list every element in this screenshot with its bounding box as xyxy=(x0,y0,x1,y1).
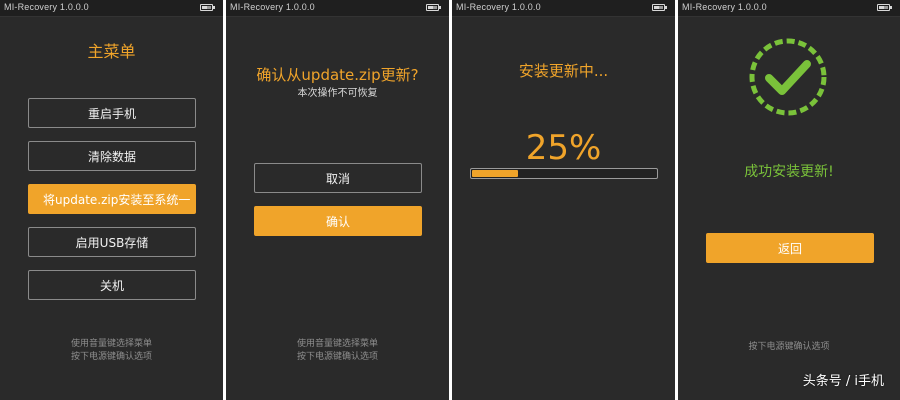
enable-usb-storage-button[interactable]: 启用USB存储 xyxy=(28,227,196,257)
back-button[interactable]: 返回 xyxy=(706,233,874,263)
status-bar: MI-Recovery 1.0.0.0 xyxy=(452,0,675,17)
progress-fill xyxy=(472,170,518,177)
installing-screen: MI-Recovery 1.0.0.0 安装更新中... 25% xyxy=(452,0,675,400)
battery-icon xyxy=(426,4,441,11)
hint-volume-select: 使用音量键选择菜单 xyxy=(70,339,152,349)
battery-icon xyxy=(652,4,667,11)
status-bar: MI-Recovery 1.0.0.0 xyxy=(678,0,900,17)
status-bar: MI-Recovery 1.0.0.0 xyxy=(226,0,449,17)
battery-icon xyxy=(200,4,215,11)
main-menu-screen: MI-Recovery 1.0.0.0 主菜单 重启手机 清除数据 将updat… xyxy=(0,0,223,400)
confirm-update-screen: MI-Recovery 1.0.0.0 确认从update.zip更新? 本次操… xyxy=(226,0,449,400)
status-bar: MI-Recovery 1.0.0.0 xyxy=(0,0,223,17)
hint-power-confirm: 按下电源键确认选项 xyxy=(70,352,152,362)
power-off-button[interactable]: 关机 xyxy=(28,270,196,300)
hint-power-confirm: 按下电源键确认选项 xyxy=(748,342,830,352)
installing-title: 安装更新中... xyxy=(518,62,609,80)
app-version-title: MI-Recovery 1.0.0.0 xyxy=(682,2,767,12)
confirm-button[interactable]: 确认 xyxy=(254,206,422,236)
app-version-title: MI-Recovery 1.0.0.0 xyxy=(4,2,89,12)
success-message: 成功安装更新! xyxy=(744,164,834,180)
battery-icon xyxy=(877,4,892,11)
install-progress-bar xyxy=(470,168,658,179)
checkmark-circle-icon xyxy=(749,38,827,116)
hint-volume-select: 使用音量键选择菜单 xyxy=(296,339,378,349)
progress-percent: 25% xyxy=(525,128,602,168)
install-update-button[interactable]: 将update.zip安装至系统一 xyxy=(28,184,196,214)
app-version-title: MI-Recovery 1.0.0.0 xyxy=(456,2,541,12)
confirm-title: 确认从update.zip更新? xyxy=(256,66,419,84)
app-version-title: MI-Recovery 1.0.0.0 xyxy=(230,2,315,12)
success-screen: MI-Recovery 1.0.0.0 成功安装更新! 返回 按下电源键确认选项… xyxy=(678,0,900,400)
watermark: 头条号 / i手机 xyxy=(802,374,884,389)
cancel-button[interactable]: 取消 xyxy=(254,163,422,193)
wipe-data-button[interactable]: 清除数据 xyxy=(28,141,196,171)
reboot-button[interactable]: 重启手机 xyxy=(28,98,196,128)
recovery-screenshots: MI-Recovery 1.0.0.0 主菜单 重启手机 清除数据 将updat… xyxy=(0,0,900,400)
main-menu-title: 主菜单 xyxy=(87,42,136,61)
confirm-subtitle: 本次操作不可恢复 xyxy=(297,88,378,99)
hint-power-confirm: 按下电源键确认选项 xyxy=(296,352,378,362)
